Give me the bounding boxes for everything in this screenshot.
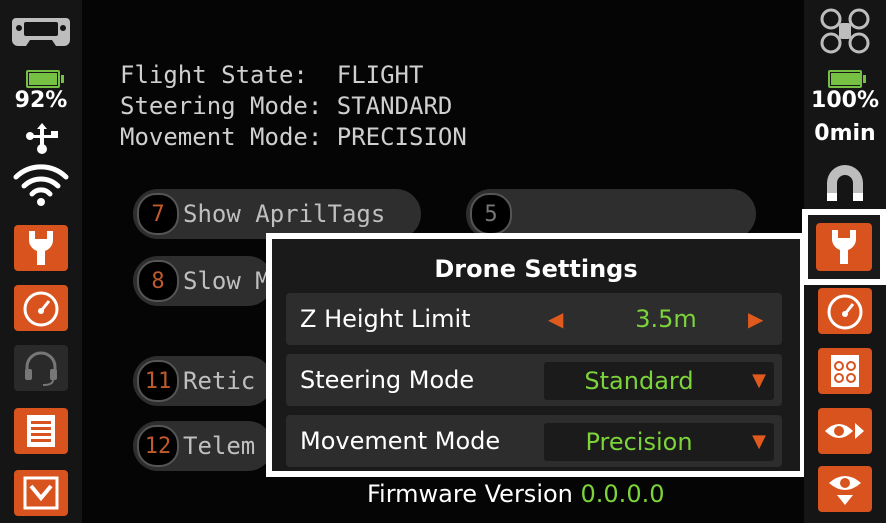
movement-mode-row: Movement Mode Precision ▼ xyxy=(286,415,782,467)
left-sidebar: 92% xyxy=(0,0,82,523)
firmware-version: Firmware Version 0.0.0.0 xyxy=(367,480,664,508)
drone-battery-icon xyxy=(828,70,866,88)
z-height-limit-label: Z Height Limit xyxy=(300,305,471,333)
chevron-down-icon xyxy=(23,476,59,510)
collapse-button[interactable] xyxy=(14,470,68,516)
gauge-icon xyxy=(827,294,863,330)
wrench-icon xyxy=(29,231,53,265)
button-5[interactable]: 5 xyxy=(466,189,756,239)
movement-mode-label: Movement Mode xyxy=(300,427,501,455)
view-button[interactable] xyxy=(818,408,872,454)
flight-state-label: Flight State: xyxy=(120,61,308,89)
wifi-icon xyxy=(12,160,70,208)
button-label: Show AprilTags xyxy=(183,200,386,228)
status-panel: Flight State: FLIGHT Steering Mode: STAN… xyxy=(120,60,467,153)
gauge-button[interactable] xyxy=(14,285,68,331)
increase-arrow-icon[interactable]: ▶ xyxy=(748,293,763,345)
eye-arrow-icon xyxy=(825,423,864,439)
log-button[interactable] xyxy=(14,408,68,454)
movement-mode-select[interactable]: Precision ▼ xyxy=(544,423,774,461)
controller-battery-percent: 92% xyxy=(14,88,68,113)
flight-state-value: FLIGHT xyxy=(336,61,424,89)
firmware-value: 0.0.0.0 xyxy=(580,480,665,508)
usb-icon xyxy=(22,120,62,156)
settings-button-highlight[interactable] xyxy=(802,209,886,285)
z-height-limit-row: Z Height Limit ◀ 3.5m ▶ xyxy=(286,293,782,345)
wrench-icon xyxy=(832,230,856,264)
button-label: Slow M xyxy=(183,267,270,295)
movement-mode-label: Movement Mode: xyxy=(120,123,323,151)
steering-mode-label: Steering Mode xyxy=(300,366,475,394)
settings-wrench-button[interactable] xyxy=(816,223,872,271)
headset-icon xyxy=(25,351,57,386)
steering-mode-value: STANDARD xyxy=(336,92,453,120)
firmware-label: Firmware Version xyxy=(367,480,573,508)
button-number: 8 xyxy=(137,260,179,302)
button-number: 7 xyxy=(137,193,179,235)
button-number: 5 xyxy=(470,193,512,235)
controller-icon xyxy=(10,8,72,52)
reticle-button[interactable]: 11 Retic xyxy=(133,356,273,406)
slow-mode-button[interactable]: 8 Slow M xyxy=(133,256,273,306)
eye-pin-icon xyxy=(829,476,861,505)
steering-mode-value: Standard xyxy=(584,367,694,395)
show-apriltags-button[interactable]: 7 Show AprilTags xyxy=(133,189,421,239)
location-view-button[interactable] xyxy=(818,466,872,512)
drone-settings-dialog: Drone Settings Z Height Limit ◀ 3.5m ▶ S… xyxy=(266,233,806,477)
caret-down-icon: ▼ xyxy=(752,431,766,452)
document-icon xyxy=(27,415,55,447)
flight-time: 0min xyxy=(814,121,876,146)
drone-icon xyxy=(818,6,872,56)
controller-battery-icon xyxy=(26,70,64,88)
gauge-button[interactable] xyxy=(818,288,872,334)
movement-mode-value: Precision xyxy=(585,428,693,456)
drone-battery-percent: 100% xyxy=(811,88,879,113)
wrench-button[interactable] xyxy=(14,225,68,271)
magnet-icon xyxy=(820,160,870,204)
steering-mode-select[interactable]: Standard ▼ xyxy=(544,362,774,400)
steering-mode-row: Steering Mode Standard ▼ xyxy=(286,354,782,406)
headset-button[interactable] xyxy=(14,345,68,391)
drone-document-icon xyxy=(831,355,859,387)
caret-down-icon: ▼ xyxy=(752,370,766,391)
movement-mode-value: PRECISION xyxy=(336,123,467,151)
z-height-limit-value: 3.5m xyxy=(635,305,697,333)
telemetry-button[interactable]: 12 Telem xyxy=(133,421,273,471)
decrease-arrow-icon[interactable]: ◀ xyxy=(548,293,563,345)
button-number: 12 xyxy=(137,425,179,467)
gauge-icon xyxy=(23,291,59,327)
button-label: Telem xyxy=(183,432,256,460)
dialog-title: Drone Settings xyxy=(434,255,638,283)
button-number: 11 xyxy=(137,360,179,402)
drone-info-button[interactable] xyxy=(818,348,872,394)
steering-mode-label: Steering Mode: xyxy=(120,92,323,120)
button-label: Retic xyxy=(183,367,256,395)
